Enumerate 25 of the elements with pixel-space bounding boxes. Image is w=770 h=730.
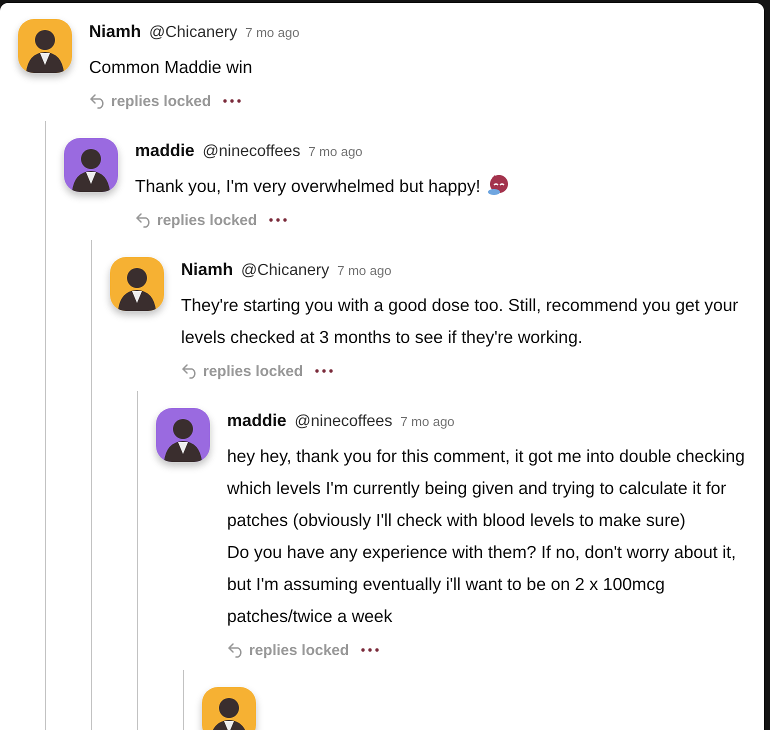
author-name[interactable]: Niamh	[181, 260, 233, 280]
comment-text: Do you have any experience with them? If no, don't worry about it, but I'm assuming eventually i'll want to be on 2 x 100mcg patches/twice a week	[227, 541, 737, 628]
replies-locked-label: replies locked	[157, 212, 258, 228]
more-icon[interactable]	[223, 99, 242, 103]
author-handle[interactable]: @ninecoffees	[294, 413, 392, 431]
more-icon[interactable]	[315, 369, 334, 373]
timestamp: 7 mo ago	[245, 25, 300, 40]
author-handle[interactable]: @ninecoffees	[202, 143, 300, 161]
comment-text: They're starting you with a good dose too. Still, recommend you get your levels checked at 3 months to see if they're working.	[181, 294, 740, 349]
replies-locked-label: replies locked	[249, 642, 350, 658]
comment-text: Thank you, I'm very overwhelmed but happy!	[135, 170, 764, 202]
author-handle[interactable]: @Chicanery	[240, 262, 330, 280]
author-name[interactable]: maddie	[135, 141, 195, 161]
timestamp: 7 mo ago	[308, 144, 363, 159]
more-icon[interactable]	[361, 648, 380, 652]
more-icon[interactable]	[269, 218, 288, 222]
author-handle[interactable]: @Chicanery	[148, 24, 238, 42]
timestamp: 7 mo ago	[400, 414, 455, 429]
author-name[interactable]: Niamh	[89, 22, 141, 42]
replies-locked-label: replies locked	[111, 92, 212, 110]
author-name[interactable]: maddie	[227, 411, 287, 431]
timestamp: 7 mo ago	[337, 263, 392, 278]
replies-locked-label: replies locked	[203, 362, 304, 380]
comment-text: Common Maddie win	[89, 56, 254, 79]
comment-text: hey hey, thank you for this comment, it got me into double checking which levels I'm currently being given and trying to calculate it for patches (obviously I'll check with blood levels to make sure)	[227, 445, 746, 532]
